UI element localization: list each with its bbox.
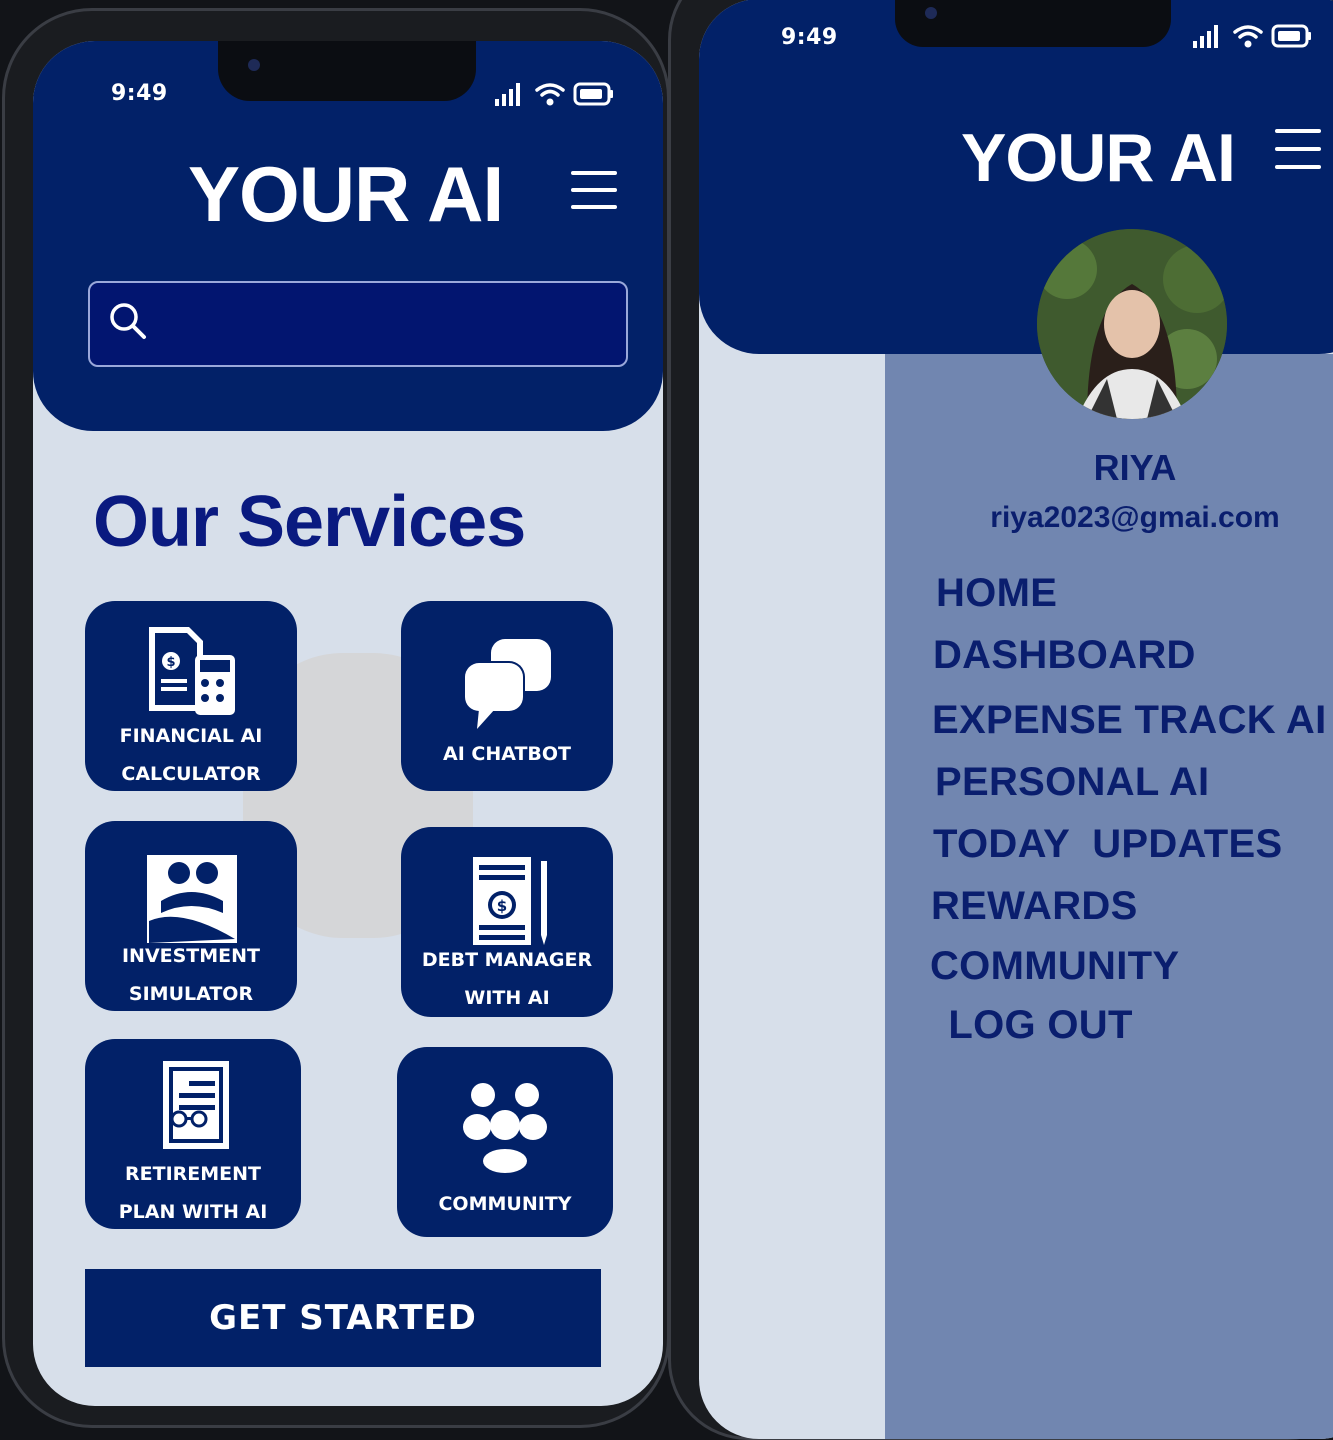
- phone-notch: [218, 41, 476, 101]
- search-icon: [110, 303, 146, 339]
- signal-icon: [495, 83, 520, 106]
- section-title: Our Services: [93, 482, 526, 562]
- service-label: COMMUNITY: [438, 1193, 572, 1215]
- retirement-plan-icon: [163, 1061, 229, 1149]
- status-time: 9:49: [781, 25, 838, 50]
- app-title: YOUR AI: [961, 120, 1236, 196]
- wifi-icon: [535, 83, 565, 106]
- menu-item-today-updates[interactable]: TODAY UPDATES: [933, 822, 1282, 867]
- menu-item-community[interactable]: COMMUNITY: [930, 944, 1179, 989]
- battery-icon: [573, 82, 613, 106]
- search-input[interactable]: [88, 281, 628, 367]
- status-icons: [493, 81, 615, 107]
- svg-text:$: $: [497, 897, 507, 915]
- community-icon: [463, 1083, 547, 1173]
- menu-item-home[interactable]: HOME: [936, 571, 1057, 616]
- menu-item-rewards[interactable]: REWARDS: [931, 884, 1138, 929]
- hamburger-menu-icon[interactable]: [571, 171, 617, 209]
- menu-item-dashboard[interactable]: DASHBOARD: [933, 633, 1196, 678]
- battery-icon: [1271, 24, 1311, 48]
- service-tile-investment-simulator[interactable]: INVESTMENT SIMULATOR: [85, 821, 297, 1011]
- phone-notch: [895, 0, 1171, 47]
- menu-item-personal-ai[interactable]: PERSONAL AI: [935, 760, 1209, 805]
- service-label: DEBT MANAGER WITH AI: [421, 949, 593, 1009]
- service-label: FINANCIAL AI CALCULATOR: [119, 725, 263, 785]
- front-camera-icon: [925, 7, 937, 19]
- menu-item-log-out[interactable]: LOG OUT: [937, 1003, 1133, 1048]
- status-icons: [1191, 23, 1313, 49]
- menu-screen: 9:49 YOUR AI RIYA riya2023@gmai.com HOME…: [699, 0, 1333, 1439]
- signal-icon: [1193, 25, 1218, 48]
- get-started-button[interactable]: GET STARTED: [85, 1269, 601, 1367]
- services-screen: 9:49 YOUR AI Our Services $ FINANCIAL AI…: [33, 41, 663, 1406]
- calculator-document-icon: $: [149, 627, 235, 715]
- svg-text:$: $: [166, 655, 175, 670]
- wifi-icon: [1233, 25, 1263, 48]
- front-camera-icon: [248, 59, 260, 71]
- profile-email: riya2023@gmai.com: [990, 501, 1280, 534]
- service-label: RETIREMENT PLAN WITH AI: [118, 1163, 268, 1223]
- service-tile-debt-manager[interactable]: $ DEBT MANAGER WITH AI: [401, 827, 613, 1017]
- service-label: INVESTMENT SIMULATOR: [121, 945, 261, 1005]
- investment-icon: [147, 855, 237, 943]
- service-tile-community[interactable]: COMMUNITY: [397, 1047, 613, 1237]
- phone-frame-menu: 9:49 YOUR AI RIYA riya2023@gmai.com HOME…: [668, 0, 1333, 1440]
- app-title: YOUR AI: [188, 150, 504, 238]
- service-tile-ai-chatbot[interactable]: AI CHATBOT: [401, 601, 613, 791]
- profile-photo: [1037, 229, 1227, 419]
- chat-bubbles-icon: [463, 639, 551, 729]
- profile-name: RIYA: [1093, 447, 1177, 488]
- hamburger-menu-icon[interactable]: [1275, 129, 1321, 169]
- menu-item-expense-track-ai[interactable]: EXPENSE TRACK AI: [932, 698, 1327, 743]
- service-label: AI CHATBOT: [442, 743, 572, 765]
- status-time: 9:49: [111, 81, 168, 106]
- service-tile-retirement-plan[interactable]: RETIREMENT PLAN WITH AI: [85, 1039, 301, 1229]
- phone-frame-services: 9:49 YOUR AI Our Services $ FINANCIAL AI…: [2, 8, 670, 1428]
- service-tile-financial-calculator[interactable]: $ FINANCIAL AI CALCULATOR: [85, 601, 297, 791]
- profile-avatar[interactable]: [1037, 229, 1227, 419]
- debt-document-icon: $: [473, 857, 547, 945]
